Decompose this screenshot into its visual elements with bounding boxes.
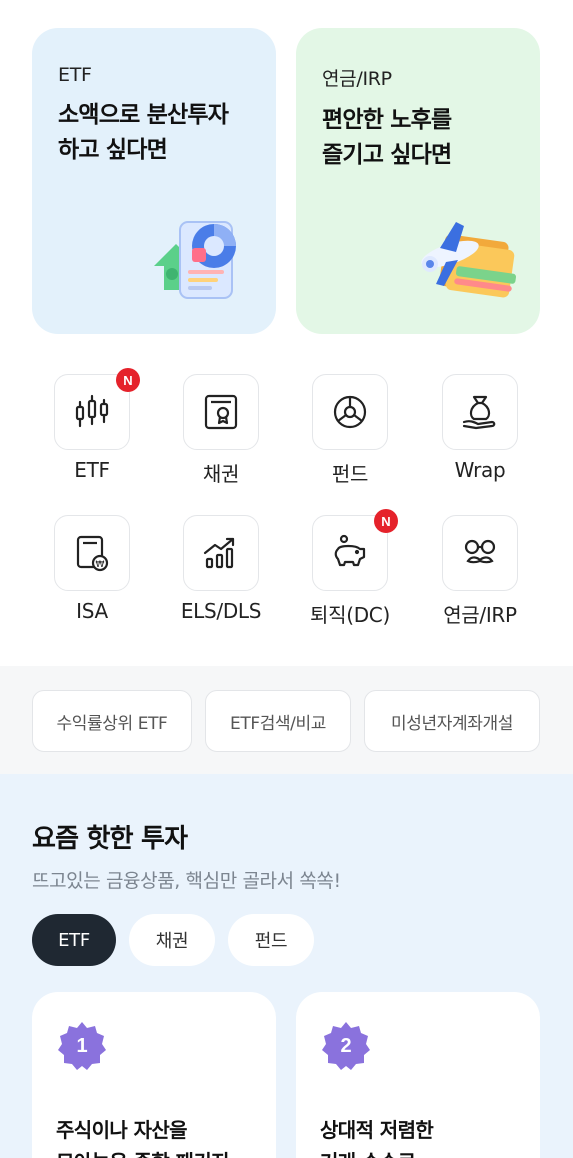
- promo-headline: 편안한 노후를 즐기고 싶다면: [322, 107, 452, 168]
- menu-icon-box: [442, 374, 518, 450]
- tab-etf[interactable]: ETF: [32, 914, 116, 966]
- menu-icon-box: ₩: [54, 515, 130, 591]
- menu-label: 채권: [202, 462, 240, 486]
- money-bag-hand-icon: [462, 395, 496, 430]
- svg-text:₩: ₩: [96, 560, 105, 570]
- quick-links-bar: 수익률상위 ETF ETF검색/비교 미성년자계좌개설: [0, 666, 573, 774]
- menu-icon-box: [183, 374, 259, 450]
- quick-link-etf-search[interactable]: ETF검색/비교: [205, 690, 351, 752]
- glasses-mustache-icon: [464, 539, 496, 564]
- piggy-bank-icon: [334, 534, 366, 567]
- menu-item-bond[interactable]: 채권: [171, 374, 271, 494]
- chart-report-illustration: [154, 221, 236, 299]
- menu-label: 펀드: [331, 462, 369, 486]
- hot-investments-section: 요즘 핫한 투자 뜨고있는 금융상품, 핵심만 골라서 쏙쏙! ETF 채권 펀…: [0, 774, 573, 1158]
- promo-card-pension[interactable]: 연금/IRP 편안한 노후를 즐기고 싶다면: [296, 28, 540, 334]
- section-title: 요즘 핫한 투자: [32, 824, 188, 854]
- promo-eyebrow: 연금/IRP: [322, 68, 392, 90]
- airplane-passport-illustration: [421, 222, 517, 298]
- menu-label: 연금/IRP: [443, 603, 517, 627]
- promo-eyebrow: ETF: [58, 64, 92, 86]
- menu-icon-box: [442, 515, 518, 591]
- quick-link-minor-account[interactable]: 미성년자계좌개설: [364, 690, 540, 752]
- menu-icon-box: [183, 515, 259, 591]
- won-account-icon: ₩: [76, 535, 109, 572]
- menu-item-isa[interactable]: ₩ ISA: [42, 515, 142, 635]
- rank-number: 2: [340, 1034, 352, 1057]
- menu-label: 퇴직(DC): [310, 603, 390, 627]
- menu-item-fund[interactable]: 펀드: [300, 374, 400, 494]
- rising-bars-icon: [203, 537, 235, 569]
- menu-item-els-dls[interactable]: ELS/DLS: [171, 515, 271, 635]
- tab-bond[interactable]: 채권: [129, 914, 215, 966]
- rank-number: 1: [76, 1034, 88, 1057]
- menu-item-wrap[interactable]: Wrap: [430, 374, 530, 494]
- menu-label: Wrap: [454, 458, 506, 482]
- pie-chart-icon: [333, 395, 367, 429]
- menu-item-pension-irp[interactable]: 연금/IRP: [430, 515, 530, 635]
- bond-certificate-icon: [204, 394, 238, 430]
- menu-label: ETF: [74, 458, 110, 482]
- new-badge: N: [374, 509, 398, 533]
- new-badge: N: [116, 368, 140, 392]
- menu-label: ISA: [76, 599, 108, 623]
- candlestick-icon: [75, 394, 109, 428]
- hot-card-2[interactable]: 2 상대적 저렴한 거래 수수료: [296, 992, 540, 1158]
- menu-item-retirement-dc[interactable]: N 퇴직(DC): [300, 509, 400, 635]
- tab-fund[interactable]: 펀드: [228, 914, 314, 966]
- card-text: 상대적 저렴한 거래 수수료: [320, 1118, 434, 1158]
- promo-card-etf[interactable]: ETF 소액으로 분산투자 하고 싶다면: [32, 28, 276, 334]
- quick-link-top-return-etf[interactable]: 수익률상위 ETF: [32, 690, 192, 752]
- section-subtitle: 뜨고있는 금융상품, 핵심만 골라서 쏙쏙!: [32, 870, 341, 892]
- menu-icon-box: [312, 374, 388, 450]
- card-text: 주식이나 자산을 모아놓은 종합 패키지: [56, 1118, 230, 1158]
- promo-headline: 소액으로 분산투자 하고 싶다면: [58, 102, 229, 163]
- hot-card-1[interactable]: 1 주식이나 자산을 모아놓은 종합 패키지: [32, 992, 276, 1158]
- rank-badge: 1: [56, 1020, 108, 1072]
- menu-item-etf[interactable]: N ETF: [42, 368, 142, 494]
- menu-label: ELS/DLS: [180, 599, 262, 623]
- rank-badge: 2: [320, 1020, 372, 1072]
